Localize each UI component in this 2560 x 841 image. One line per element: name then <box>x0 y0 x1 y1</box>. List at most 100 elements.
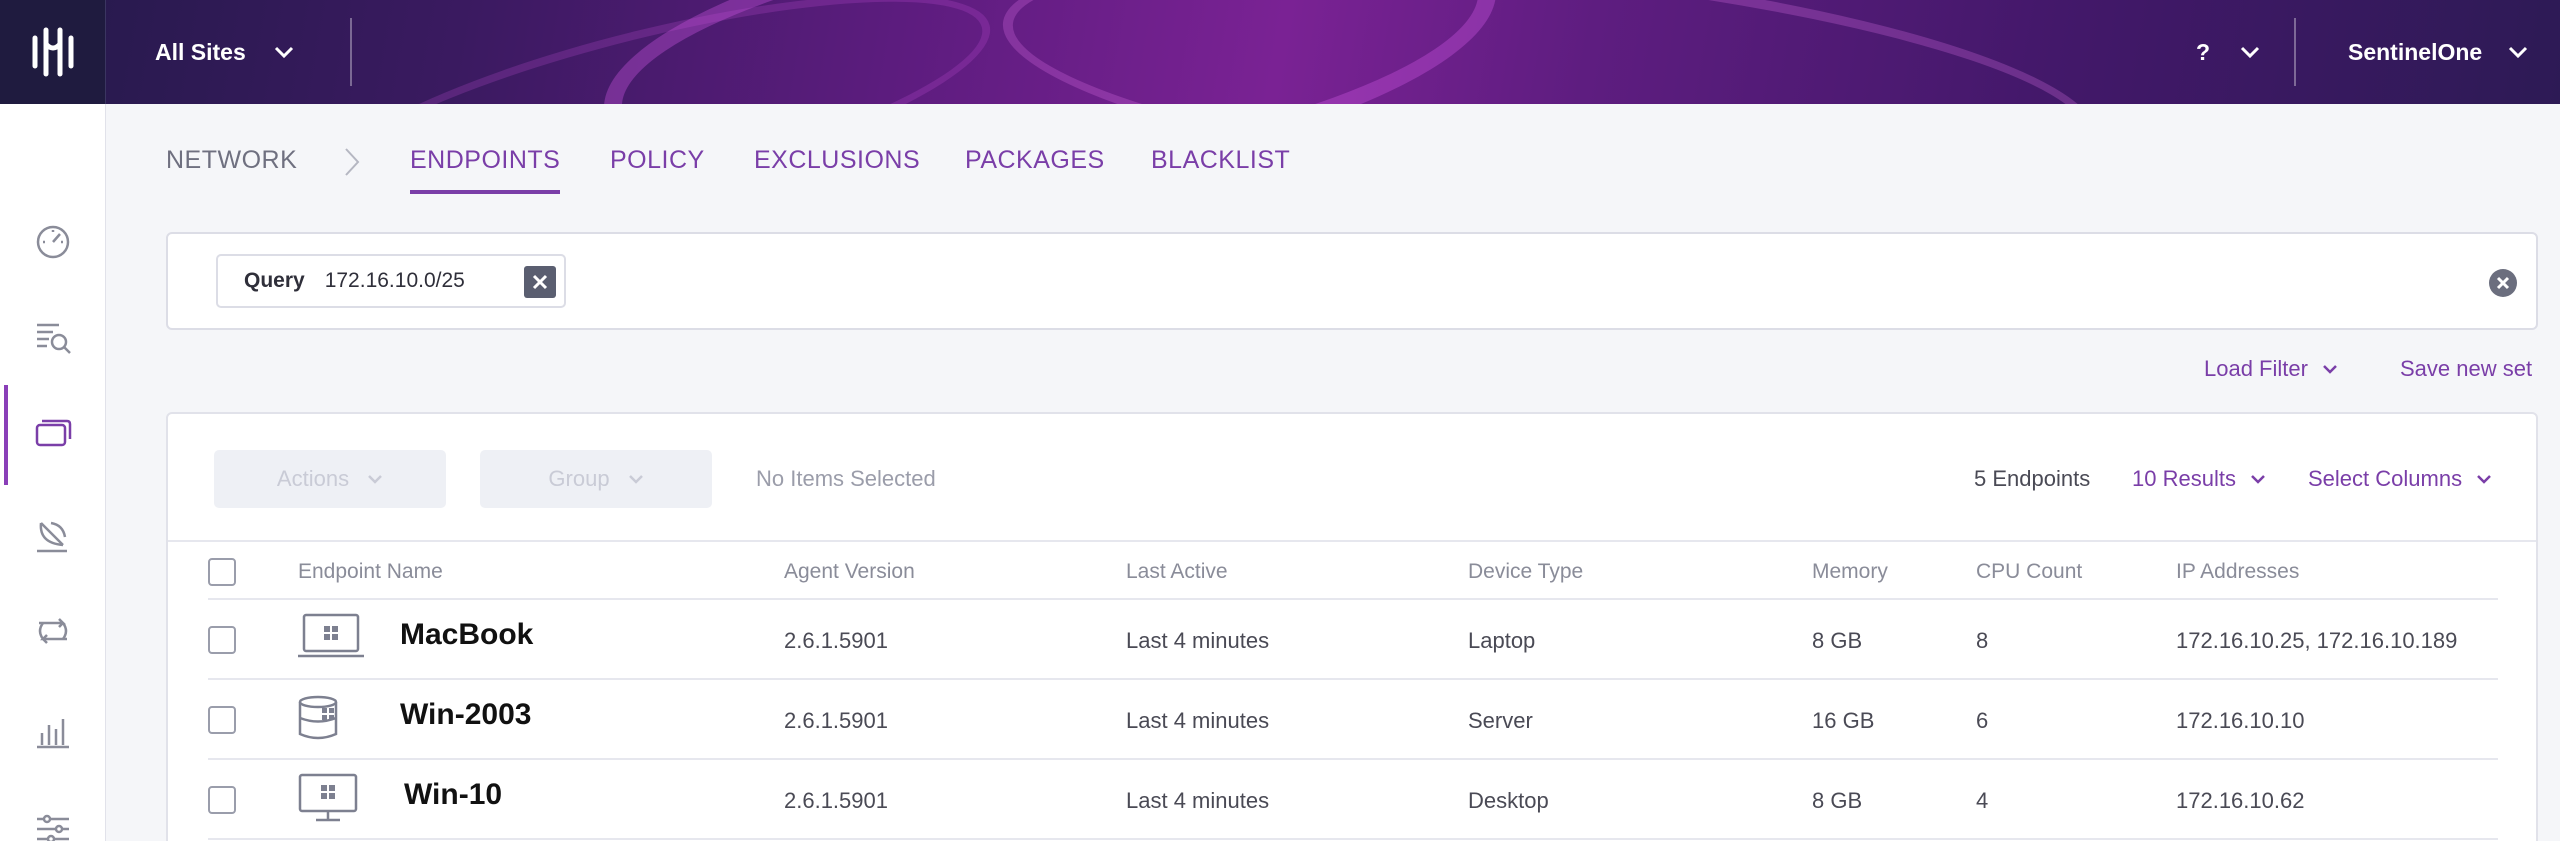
sidebar-item-reports[interactable] <box>0 696 106 766</box>
column-header-ip-addresses[interactable]: IP Addresses <box>2176 560 2299 584</box>
header-background-wave <box>991 0 2109 104</box>
exchange-arrows-icon <box>38 618 68 644</box>
desktop-windows-icon <box>298 773 358 822</box>
site-selector[interactable]: All Sites <box>155 0 294 104</box>
agent-version: 2.6.1.5901 <box>784 628 888 653</box>
endpoint-count: 5 Endpoints <box>1974 466 2091 491</box>
row-checkbox[interactable] <box>208 706 236 734</box>
row-checkbox[interactable] <box>208 786 236 814</box>
bar-chart-icon <box>37 719 69 749</box>
query-filter-chip[interactable]: Query 172.16.10.0/25 <box>216 254 566 308</box>
monitor-icon <box>35 419 72 447</box>
search-filter-bar[interactable]: Query 172.16.10.0/25 <box>166 232 2538 330</box>
user-name: SentinelOne <box>2348 38 2483 65</box>
endpoint-name[interactable]: Win-10 <box>404 778 502 812</box>
close-icon <box>532 274 548 290</box>
help-label: ? <box>2196 38 2211 65</box>
top-header: All Sites ? SentinelOne <box>0 0 2560 104</box>
chevron-down-icon <box>2251 475 2265 484</box>
cpu-count: 4 <box>1976 788 1989 813</box>
last-active: Last 4 minutes <box>1126 788 1270 813</box>
select-all-checkbox[interactable] <box>208 558 236 586</box>
last-active: Last 4 minutes <box>1126 628 1270 653</box>
load-filter-dropdown[interactable]: Load Filter <box>2204 356 2338 382</box>
actions-button[interactable]: Actions <box>214 450 446 508</box>
memory: 8 GB <box>1812 788 1863 813</box>
last-active: Last 4 minutes <box>1126 708 1270 733</box>
sidebar-item-exchange[interactable] <box>0 596 106 666</box>
sliders-icon <box>37 814 69 841</box>
chip-key: Query <box>244 269 305 292</box>
header-divider <box>350 18 352 86</box>
user-menu[interactable]: SentinelOne <box>2348 0 2528 104</box>
sidebar-item-dashboard[interactable] <box>0 206 106 276</box>
agent-version: 2.6.1.5901 <box>784 788 888 813</box>
tab-exclusions[interactable]: EXCLUSIONS <box>754 146 920 175</box>
toolbar-divider <box>168 540 2536 542</box>
actions-label: Actions <box>276 466 350 491</box>
results-per-page-dropdown[interactable]: 10 Results <box>2132 466 2266 492</box>
chevron-down-icon <box>628 475 643 484</box>
remove-chip-button[interactable] <box>524 266 556 298</box>
memory: 8 GB <box>1812 628 1863 653</box>
breadcrumb-network[interactable]: NETWORK <box>166 146 297 175</box>
column-header-cpu-count[interactable]: CPU Count <box>1976 560 2082 584</box>
device-type: Server <box>1468 708 1533 733</box>
group-button[interactable]: Group <box>480 450 712 508</box>
row-divider <box>208 838 2498 840</box>
column-header-last-active[interactable]: Last Active <box>1126 560 1228 584</box>
device-type: Desktop <box>1468 788 1549 813</box>
results-label: 10 Results <box>2132 466 2236 491</box>
sentinelone-logo-icon <box>32 27 73 77</box>
column-header-endpoint-name[interactable]: Endpoint Name <box>298 560 443 584</box>
cpu-count: 6 <box>1976 708 1989 733</box>
sidebar-item-endpoints[interactable] <box>0 385 106 485</box>
selection-status: No Items Selected <box>756 466 936 491</box>
site-selector-label: All Sites <box>155 38 246 65</box>
chevron-right-icon <box>345 148 360 176</box>
chevron-down-icon <box>2323 365 2337 374</box>
tab-blacklist[interactable]: BLACKLIST <box>1151 146 1290 175</box>
endpoints-table-card: Actions Group No Items Selected 5 Endpoi… <box>166 412 2538 841</box>
device-type: Laptop <box>1468 628 1536 653</box>
save-new-set-link[interactable]: Save new set <box>2400 356 2532 382</box>
row-divider <box>208 758 2498 760</box>
sidebar-item-search[interactable] <box>0 302 106 372</box>
ip-addresses: 172.16.10.10 <box>2176 708 2305 733</box>
clear-search-button[interactable] <box>2488 268 2518 303</box>
header-background-wave <box>291 0 1009 104</box>
laptop-windows-icon <box>298 613 364 658</box>
satellite-dish-icon <box>37 521 67 553</box>
chevron-down-icon <box>2241 46 2260 59</box>
endpoint-name[interactable]: Win-2003 <box>400 698 531 732</box>
chip-value: 172.16.10.0/25 <box>324 269 465 292</box>
sentinelone-logo[interactable] <box>0 0 106 104</box>
ip-addresses: 172.16.10.25, 172.16.10.189 <box>2176 628 2458 653</box>
server-windows-icon <box>298 695 338 740</box>
sidebar-item-activity[interactable] <box>0 500 106 570</box>
help-menu[interactable]: ? <box>2196 0 2260 104</box>
select-columns-label: Select Columns <box>2308 466 2463 491</box>
chevron-down-icon <box>2509 46 2528 59</box>
left-sidebar <box>0 104 106 841</box>
clear-circle-icon <box>2489 269 2517 297</box>
group-label: Group <box>548 466 610 491</box>
tab-packages[interactable]: PACKAGES <box>965 146 1105 175</box>
header-divider <box>2294 18 2296 86</box>
column-header-device-type[interactable]: Device Type <box>1468 560 1583 584</box>
agent-version: 2.6.1.5901 <box>784 708 888 733</box>
row-divider <box>208 678 2498 680</box>
row-checkbox[interactable] <box>208 626 236 654</box>
column-header-agent-version[interactable]: Agent Version <box>784 560 915 584</box>
tab-endpoints[interactable]: ENDPOINTS <box>410 146 561 194</box>
ip-addresses: 172.16.10.62 <box>2176 788 2305 813</box>
row-divider <box>208 598 2498 600</box>
chevron-down-icon <box>274 46 293 59</box>
load-filter-label: Load Filter <box>2204 356 2308 381</box>
select-columns-dropdown[interactable]: Select Columns <box>2308 466 2492 492</box>
tab-policy[interactable]: POLICY <box>610 146 705 175</box>
chevron-down-icon <box>368 475 382 484</box>
column-header-memory[interactable]: Memory <box>1812 560 1888 584</box>
endpoint-name[interactable]: MacBook <box>400 618 533 652</box>
sidebar-item-settings[interactable] <box>0 794 106 841</box>
